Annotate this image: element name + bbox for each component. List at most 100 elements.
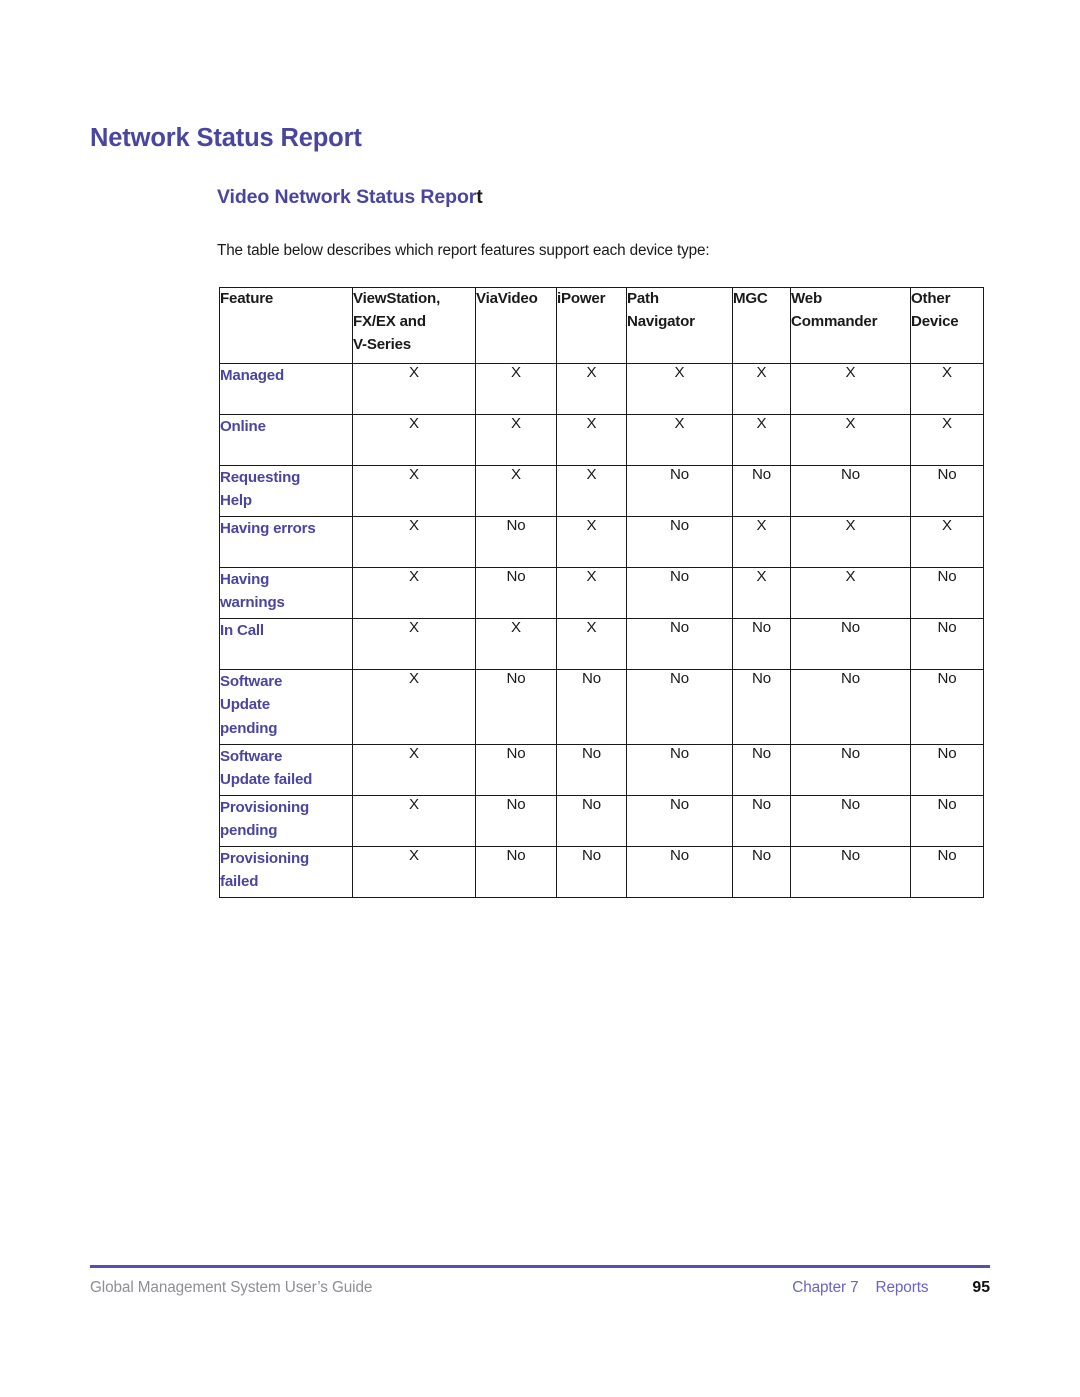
- support-cell: No: [556, 669, 627, 745]
- support-cell: No: [910, 744, 984, 796]
- support-cell: X: [352, 465, 476, 517]
- column-header-line: Other: [911, 290, 951, 307]
- support-cell: No: [732, 744, 791, 796]
- column-header-line: Feature: [220, 290, 274, 307]
- support-cell: No: [910, 465, 984, 517]
- support-cell: X: [352, 846, 476, 898]
- feature-label-line: Having errors: [220, 520, 316, 537]
- feature-label: Having errors: [219, 516, 353, 568]
- support-cell: X: [475, 363, 557, 415]
- feature-label-line: Help: [220, 492, 252, 510]
- support-cell: X: [626, 363, 733, 415]
- column-header-line: Path: [627, 290, 659, 307]
- column-header-line: ViaVideo: [476, 290, 538, 307]
- feature-label-line: Requesting: [220, 469, 301, 486]
- support-cell: X: [790, 414, 911, 466]
- support-cell: X: [556, 465, 627, 517]
- feature-label-line: warnings: [220, 594, 285, 612]
- table-row: Software Update pending X No No No No No No: [219, 669, 984, 745]
- page-title: Network Status Report: [90, 124, 362, 153]
- support-cell: No: [790, 846, 911, 898]
- support-cell: No: [910, 567, 984, 619]
- feature-label-line: Managed: [220, 367, 285, 384]
- feature-label-line: Software: [220, 748, 283, 765]
- column-header-other-device: Other Device: [910, 287, 984, 364]
- support-cell: X: [790, 516, 911, 568]
- support-cell: No: [732, 795, 791, 847]
- feature-label: Requesting Help: [219, 465, 353, 517]
- support-cell: No: [790, 795, 911, 847]
- feature-label: Provisioning pending: [219, 795, 353, 847]
- support-cell: No: [556, 744, 627, 796]
- support-cell: No: [626, 669, 733, 745]
- column-header-line: Device: [911, 312, 959, 330]
- support-cell: X: [556, 567, 627, 619]
- table-row: Online X X X X X X X: [219, 414, 984, 466]
- column-header-web-commander: Web Commander: [790, 287, 911, 364]
- footer-page-number: 95: [972, 1279, 990, 1296]
- column-header-line: ViewStation,: [353, 290, 441, 307]
- intro-paragraph: The table below describes which report f…: [217, 242, 710, 260]
- support-cell: No: [626, 846, 733, 898]
- support-cell: No: [475, 669, 557, 745]
- table-row: Having warnings X No X No X X No: [219, 567, 984, 619]
- support-cell: No: [475, 744, 557, 796]
- feature-label-line: pending: [220, 822, 278, 840]
- column-header-line: Commander: [791, 312, 878, 330]
- support-cell: X: [556, 363, 627, 415]
- table-header: Feature ViewStation, FX/EX and V-Series ViaV…: [219, 287, 984, 364]
- support-cell: No: [626, 795, 733, 847]
- feature-label: Managed: [219, 363, 353, 415]
- support-cell: No: [556, 846, 627, 898]
- feature-label: Online: [219, 414, 353, 466]
- support-cell: No: [732, 669, 791, 745]
- support-cell: X: [475, 465, 557, 517]
- support-cell: No: [475, 846, 557, 898]
- feature-label-line: Software: [220, 673, 283, 690]
- feature-support-table: Feature ViewStation, FX/EX and V-Series ViaV…: [219, 287, 984, 898]
- feature-label: Software Update pending: [219, 669, 353, 745]
- support-cell: No: [732, 465, 791, 517]
- support-cell: No: [790, 744, 911, 796]
- feature-label: Software Update failed: [219, 744, 353, 796]
- footer-chapter: Chapter 7: [792, 1279, 859, 1296]
- table-row: Managed X X X X X X X: [219, 363, 984, 415]
- support-cell: X: [626, 414, 733, 466]
- support-cell: No: [910, 846, 984, 898]
- support-cell: X: [352, 795, 476, 847]
- footer-right-group: Chapter 7 Reports 95: [792, 1279, 990, 1297]
- section-subtitle-tail: t: [476, 186, 483, 209]
- support-cell: X: [790, 363, 911, 415]
- feature-label-line: Update failed: [220, 771, 313, 789]
- section-subtitle: Video Network Status Report: [217, 186, 483, 209]
- support-cell: No: [910, 795, 984, 847]
- feature-label: Having warnings: [219, 567, 353, 619]
- support-cell: X: [352, 744, 476, 796]
- column-header-viavideo: ViaVideo: [475, 287, 557, 364]
- support-cell: No: [626, 744, 733, 796]
- support-cell: X: [910, 414, 984, 466]
- column-header-line: iPower: [557, 290, 606, 307]
- column-header-line: MGC: [733, 290, 768, 307]
- support-cell: X: [352, 567, 476, 619]
- support-cell: X: [475, 618, 557, 670]
- column-header-viewstation-fx-ex-and-v-series: ViewStation, FX/EX and V-Series: [352, 287, 476, 364]
- table-row: In Call X X X No No No No: [219, 618, 984, 670]
- feature-label-line: failed: [220, 873, 259, 891]
- support-cell: No: [475, 516, 557, 568]
- support-cell: No: [732, 846, 791, 898]
- document-page: Network Status Report Video Network Stat…: [0, 0, 1080, 1397]
- support-cell: No: [475, 795, 557, 847]
- feature-label-line: Having: [220, 571, 270, 588]
- support-cell: No: [626, 618, 733, 670]
- feature-label-line: pending: [220, 719, 278, 737]
- support-cell: No: [626, 567, 733, 619]
- footer-divider: [90, 1265, 990, 1268]
- support-cell: No: [790, 618, 911, 670]
- feature-label: Provisioning failed: [219, 846, 353, 898]
- support-cell: X: [732, 363, 791, 415]
- support-cell: X: [910, 363, 984, 415]
- table-row: Requesting Help X X X No No No No: [219, 465, 984, 517]
- feature-label-line: Update: [220, 696, 270, 714]
- feature-label-line: Provisioning: [220, 850, 310, 867]
